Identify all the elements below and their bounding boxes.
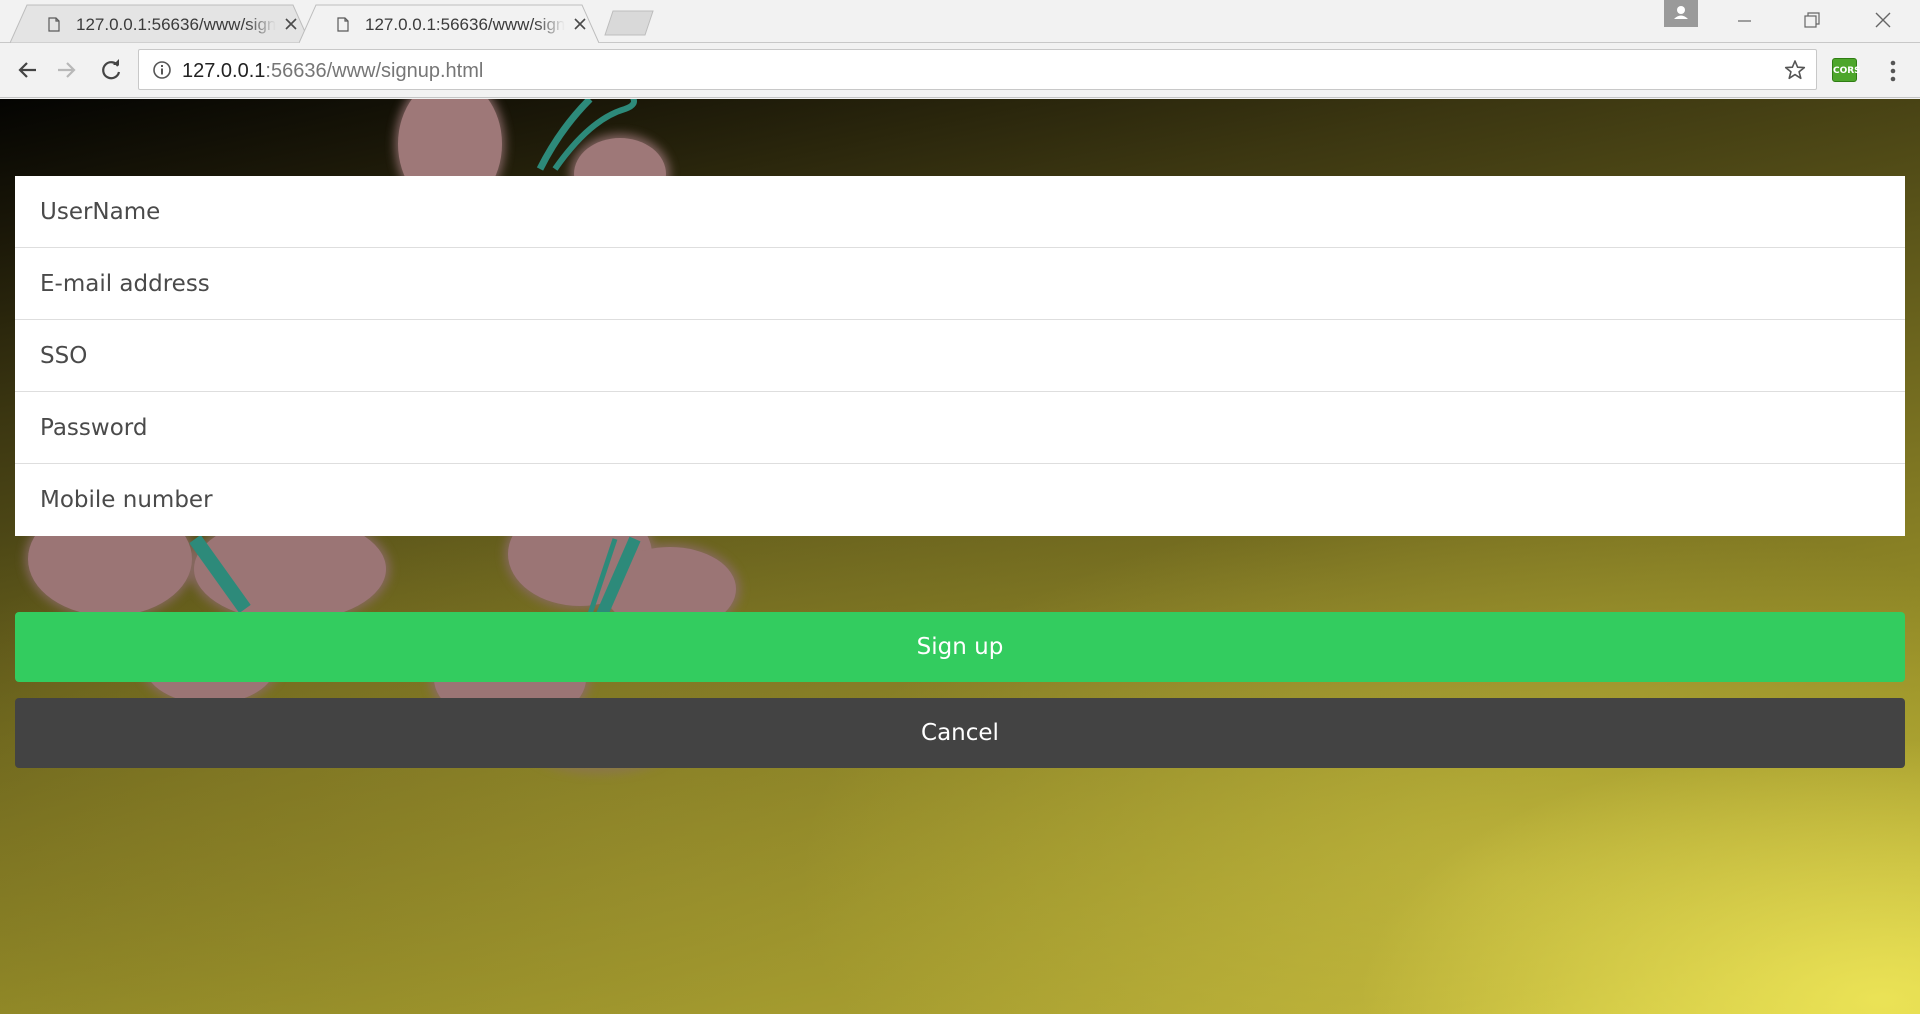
signup-button[interactable]: Sign up [15, 612, 1905, 682]
username-input[interactable] [15, 176, 1905, 247]
password-row [15, 392, 1905, 464]
url-text: 127.0.0.1:56636/www/signup.html [182, 60, 483, 83]
mobile-row [15, 464, 1905, 536]
signup-form [15, 176, 1905, 536]
close-icon[interactable] [573, 17, 587, 31]
back-arrow-icon[interactable] [12, 55, 42, 85]
address-bar[interactable]: 127.0.0.1:56636/www/signup.html [138, 49, 1817, 90]
email-input[interactable] [15, 248, 1905, 319]
tab-title: 127.0.0.1:56636/www/signup.html [76, 15, 276, 35]
bookmark-star-icon[interactable] [1784, 59, 1806, 81]
page-icon [48, 17, 60, 32]
close-icon[interactable] [284, 17, 298, 31]
browser-menu-icon[interactable] [1883, 58, 1903, 84]
cancel-button[interactable]: Cancel [15, 698, 1905, 768]
person-icon [1674, 6, 1688, 19]
window-close-icon[interactable] [1860, 0, 1906, 42]
password-input[interactable] [15, 392, 1905, 463]
url-path: :56636/www/signup.html [265, 60, 484, 82]
page-background: Sign up Cancel [0, 99, 1920, 1014]
reload-icon[interactable] [96, 55, 126, 85]
browser-tab-1[interactable]: 127.0.0.1:56636/www/signup.html [10, 4, 310, 43]
cors-extension-button[interactable]: CORS [1832, 58, 1861, 82]
tab-title: 127.0.0.1:56636/www/signup.html [365, 15, 565, 35]
url-host: 127.0.0.1 [182, 60, 266, 82]
username-row [15, 176, 1905, 248]
sso-row [15, 320, 1905, 392]
browser-tab-2[interactable]: 127.0.0.1:56636/www/signup.html [299, 4, 599, 43]
restore-icon[interactable] [1789, 0, 1835, 42]
new-tab-button[interactable] [604, 10, 654, 36]
minimize-icon[interactable] [1721, 0, 1767, 42]
profile-button[interactable] [1664, 0, 1698, 27]
mobile-number-input[interactable] [15, 464, 1905, 536]
info-icon[interactable] [152, 60, 172, 80]
forward-arrow-icon[interactable] [52, 55, 82, 85]
browser-toolbar: 127.0.0.1:56636/www/signup.html CORS [0, 43, 1920, 98]
sso-input[interactable] [15, 320, 1905, 391]
email-row [15, 248, 1905, 320]
tab-strip: 127.0.0.1:56636/www/signup.html 127.0.0.… [0, 0, 1920, 43]
page-icon [337, 17, 349, 32]
